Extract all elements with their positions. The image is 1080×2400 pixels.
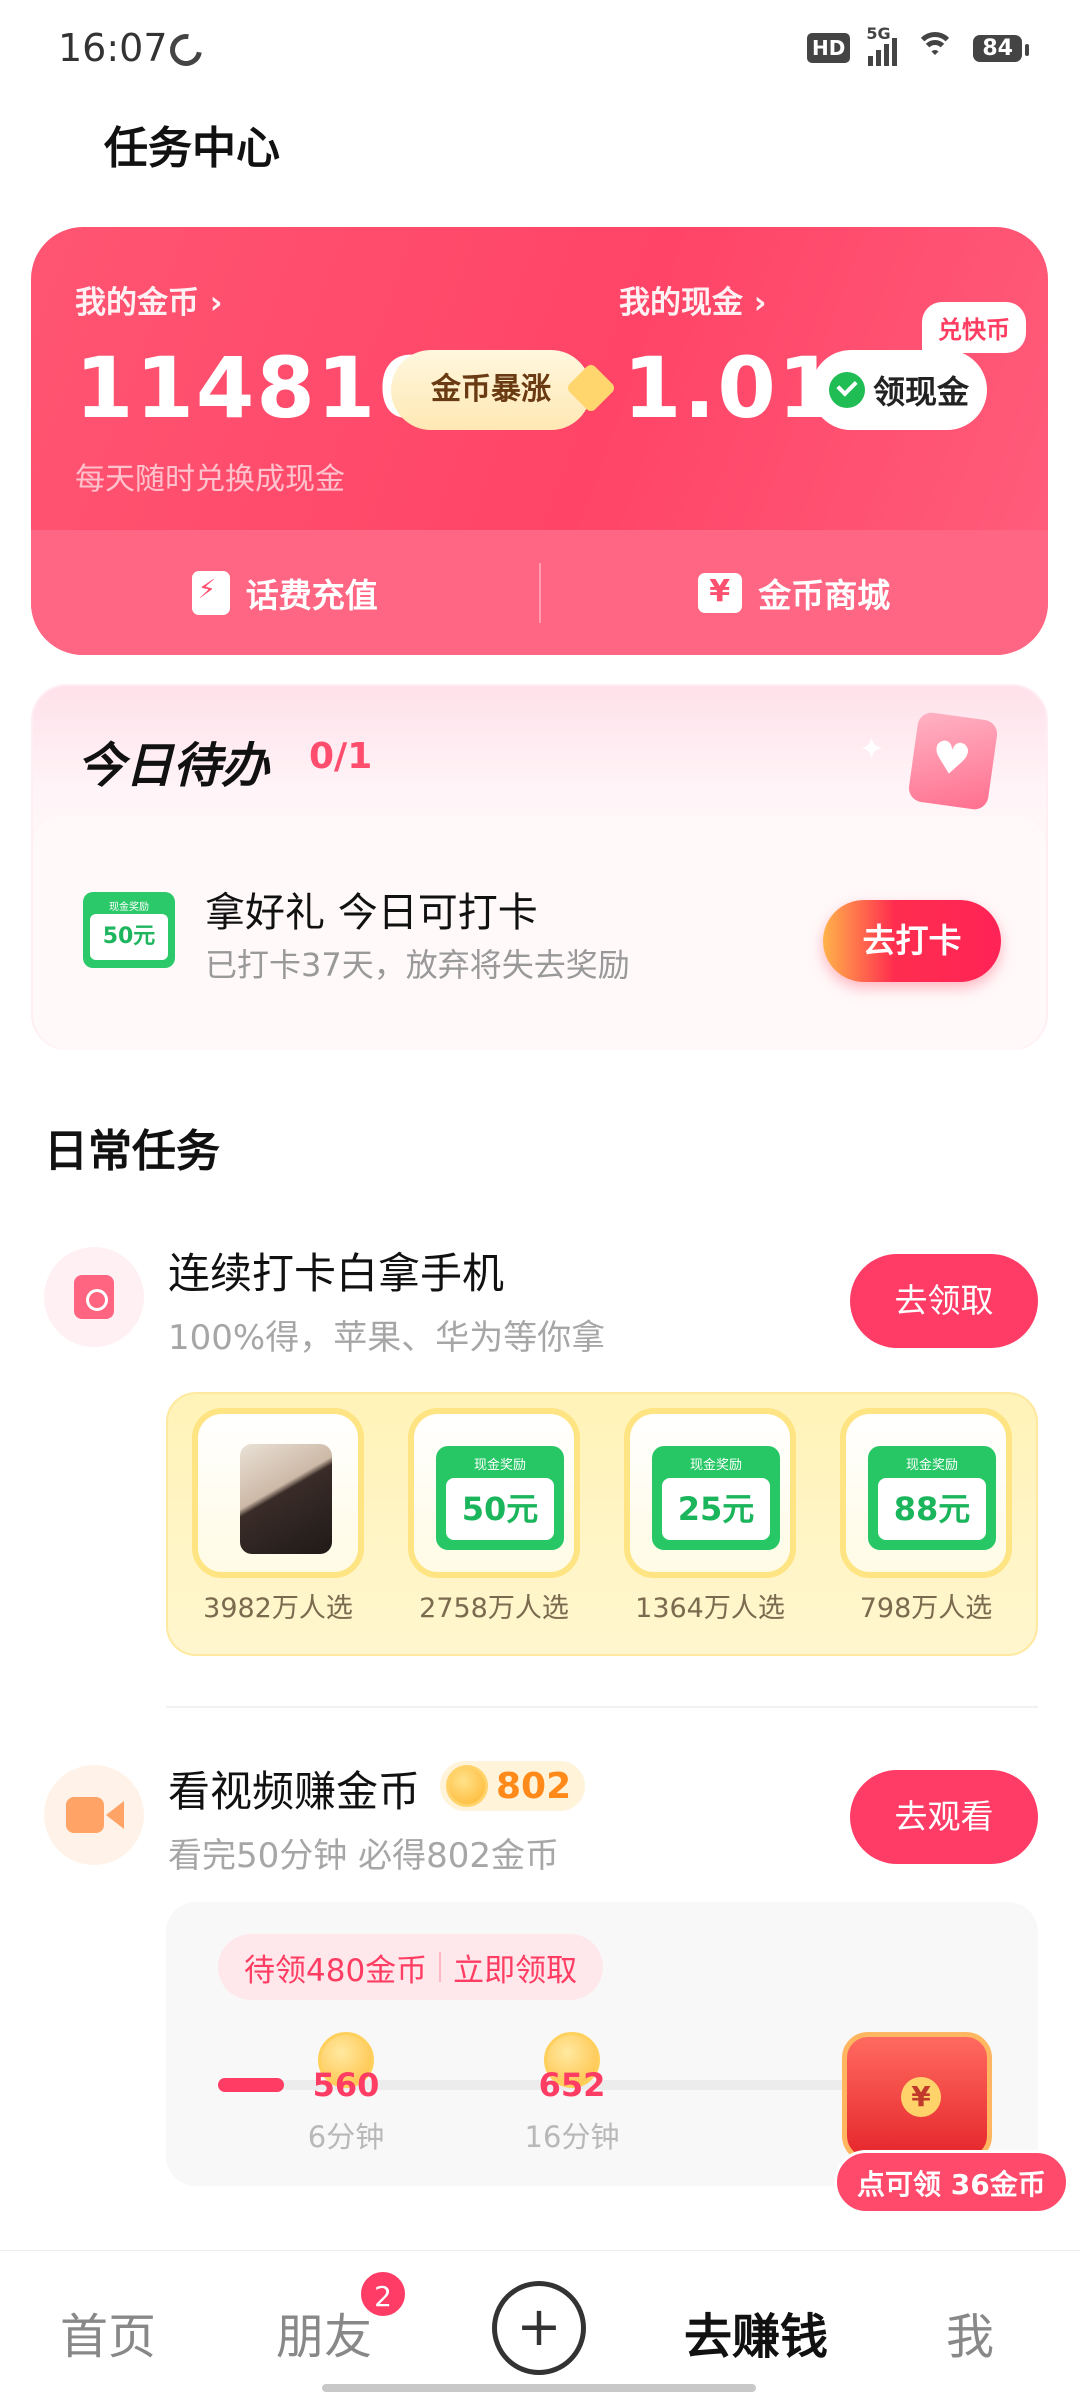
phone-recharge-label: 话费充值	[245, 575, 378, 615]
prize-caption: 1364万人选	[635, 1593, 785, 1624]
battery-icon: 84	[973, 34, 1029, 62]
coin-boost-button[interactable]: 金币暴涨	[391, 350, 591, 430]
ticket-header: 现金奖励	[689, 1458, 742, 1473]
milestone-coins: 560	[312, 2066, 380, 2104]
my-coins-link[interactable]: 我的金币 ›	[75, 277, 223, 322]
pending-coins-pill[interactable]: 待领480金币 立即领取	[218, 1934, 604, 2000]
milestone-coins: 652	[538, 2066, 606, 2104]
coin-reward-badge: 802	[440, 1761, 586, 1811]
coins-balance[interactable]: 114816	[75, 339, 438, 437]
red-envelope-icon	[44, 1247, 144, 1347]
cash-reward-ticket-icon: 现金奖励 50元	[436, 1446, 564, 1550]
todo-item-subtitle: 已打卡37天，放弃将失去奖励	[205, 946, 630, 984]
withdraw-cash-label: 领现金	[872, 373, 969, 411]
claim-now-label: 立即领取	[453, 1952, 578, 1989]
prize-item-phone[interactable]	[192, 1408, 364, 1578]
task-divider	[166, 1706, 1038, 1708]
cash-reward-ticket-icon: 现金奖励 50元	[83, 892, 175, 968]
withdraw-cash-button[interactable]: 领现金	[811, 350, 987, 430]
smartphone-icon	[240, 1444, 332, 1554]
coin-reward-amount: 802	[496, 1765, 572, 1807]
calendar-heart-icon	[907, 710, 999, 812]
watch-video-subtitle: 看完50分钟 必得802金币	[168, 1836, 559, 1876]
sparkle-icon: ✦	[859, 732, 885, 767]
progress-fill	[218, 2078, 284, 2092]
treasure-chest-icon[interactable]	[842, 2032, 992, 2162]
nav-me[interactable]: 我	[946, 2297, 994, 2367]
cash-reward-ticket-icon: 现金奖励 88元	[868, 1446, 996, 1550]
coin-store-button[interactable]: 金币商城	[541, 530, 1049, 655]
prize-caption: 3982万人选	[203, 1593, 353, 1624]
nav-friends[interactable]: 朋友	[276, 2297, 372, 2367]
today-todo-count: 0/1	[309, 736, 373, 777]
prize-item-cash[interactable]: 现金奖励 88元	[840, 1408, 1012, 1578]
milestone-time: 6分钟	[307, 2120, 385, 2154]
prize-caption: 2758万人选	[419, 1593, 569, 1624]
prize-panel: 3982万人选 现金奖励 50元 2758万人选 现金奖励 25元 1364万人…	[166, 1392, 1038, 1656]
ticket-amount: 50元	[446, 1478, 554, 1540]
bottom-nav: 首页 朋友 2 + 去赚钱 我	[0, 2250, 1080, 2400]
todo-item: 现金奖励 50元 拿好礼 今日可打卡 已打卡37天，放弃将失去奖励 去打卡	[33, 816, 1046, 1050]
nav-home[interactable]: 首页	[60, 2297, 156, 2367]
store-icon	[698, 572, 743, 613]
store-exchange-badge: 兑快币	[922, 302, 1026, 353]
pending-coins-label: 待领480金币	[244, 1952, 428, 1989]
coin-store-label: 金币商城	[758, 575, 891, 615]
today-todo-title: 今日待办	[77, 738, 270, 794]
ticket-amount: 25元	[662, 1478, 770, 1540]
ticket-amount: 88元	[878, 1478, 986, 1540]
ticket-amount: 50元	[90, 914, 168, 960]
watch-button[interactable]: 去观看	[850, 1770, 1038, 1864]
phone-recharge-button[interactable]: 话费充值	[31, 530, 539, 655]
milestone: 652 16分钟	[522, 2032, 622, 2156]
checkin-phone-title: 连续打卡白拿手机	[168, 1249, 505, 1298]
pill-divider	[439, 1952, 442, 1982]
watch-video-title: 看视频赚金币	[168, 1767, 421, 1816]
status-icons: HD 5G 84	[807, 24, 1029, 66]
claim-button[interactable]: 去领取	[850, 1254, 1038, 1348]
check-in-button[interactable]: 去打卡	[823, 900, 1001, 982]
cash-reward-ticket-icon: 现金奖励 25元	[652, 1446, 780, 1550]
daily-tasks-title: 日常任务	[44, 1126, 220, 1177]
prize-card: 现金奖励 50元	[408, 1408, 580, 1578]
wallet-card: 我的金币 › 114816 金币暴涨 每天随时兑换成现金 我的现金 › 1.01…	[31, 227, 1048, 655]
nav-earn[interactable]: 去赚钱	[684, 2297, 828, 2367]
ticket-header: 现金奖励	[905, 1458, 958, 1473]
checkin-phone-subtitle: 100%得，苹果、华为等你拿	[168, 1318, 606, 1358]
my-cash-link[interactable]: 我的现金 ›	[619, 277, 767, 322]
wallet-shortcuts: 话费充值 金币商城	[31, 530, 1048, 655]
network-type: 5G	[866, 24, 891, 43]
prize-caption: 798万人选	[859, 1593, 993, 1624]
chest-claim-label[interactable]: 点可领 36金币	[834, 2150, 1069, 2214]
wifi-icon	[915, 32, 956, 64]
ticket-header: 现金奖励	[109, 902, 149, 913]
hd-icon: HD	[807, 33, 851, 63]
prize-card	[192, 1408, 364, 1578]
cell-signal-icon: 5G	[866, 24, 898, 66]
coins-tip: 每天随时兑换成现金	[75, 462, 345, 497]
phone-bolt-icon	[191, 570, 230, 615]
cash-balance[interactable]: 1.01	[623, 339, 838, 437]
video-camera-icon	[44, 1765, 144, 1865]
plus-icon[interactable]: +	[492, 2281, 586, 2375]
page-title: 任务中心	[104, 123, 280, 174]
todo-item-title: 拿好礼 今日可打卡	[205, 890, 538, 936]
prize-card: 现金奖励 25元	[624, 1408, 796, 1578]
milestone: 560 6分钟	[296, 2032, 396, 2156]
prize-item-cash[interactable]: 现金奖励 50元	[408, 1408, 580, 1578]
do-not-disturb-icon	[163, 27, 209, 73]
today-todo-card: 今日待办 0/1 ✦ 现金奖励 50元 拿好礼 今日可打卡 已打卡37天，放弃将…	[31, 684, 1048, 1050]
ticket-header: 现金奖励	[473, 1458, 526, 1473]
status-time: 16:07	[58, 26, 168, 70]
status-bar: 16:07 HD 5G 84	[0, 0, 1080, 100]
video-progress-panel: 待领480金币 立即领取 560 6分钟 652 16分钟	[166, 1902, 1038, 2186]
prize-card: 现金奖励 88元	[840, 1408, 1012, 1578]
coin-icon	[446, 1765, 488, 1807]
wallet-summary: 我的金币 › 114816 金币暴涨 每天随时兑换成现金 我的现金 › 1.01…	[31, 227, 1048, 530]
friends-badge: 2	[358, 2269, 408, 2319]
milestone-time: 16分钟	[524, 2120, 620, 2154]
prize-item-cash[interactable]: 现金奖励 25元	[624, 1408, 796, 1578]
wechat-icon	[828, 372, 865, 408]
home-indicator[interactable]	[322, 2384, 756, 2392]
